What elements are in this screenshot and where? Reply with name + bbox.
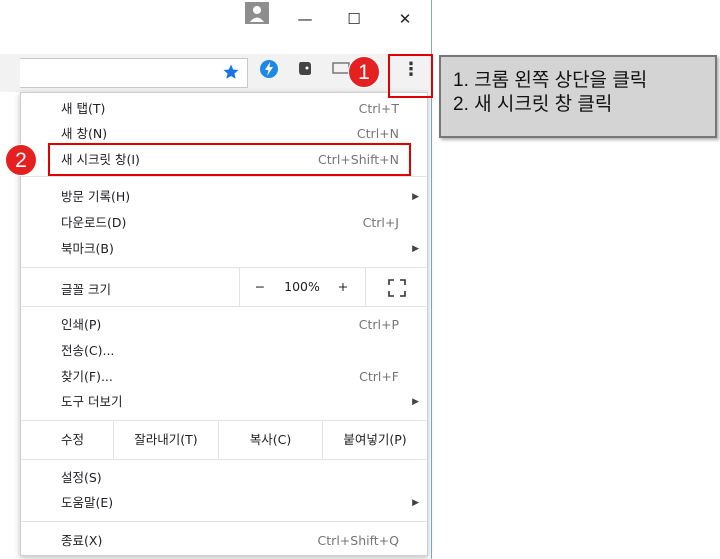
menu-item-label: 도구 더보기 bbox=[61, 394, 123, 409]
zoom-in-button[interactable]: + bbox=[324, 268, 362, 306]
menu-item-label: 설정(S) bbox=[61, 470, 102, 485]
copy-button[interactable]: 복사(C) bbox=[219, 421, 322, 459]
step-badge-1: 1 bbox=[348, 56, 380, 88]
submenu-arrow-icon: ▶ bbox=[412, 397, 419, 407]
zoom-value: 100% bbox=[284, 279, 320, 294]
menu-item-cast[interactable]: 전송(C)... bbox=[21, 339, 427, 363]
incognito-item-highlight bbox=[48, 143, 411, 176]
star-icon[interactable] bbox=[222, 63, 240, 85]
fullscreen-button[interactable] bbox=[366, 268, 427, 306]
zoom-row: 글꼴 크기 − 100% + bbox=[21, 268, 427, 306]
menu-item-label: 찾기(F)... bbox=[61, 369, 113, 384]
zoom-out-button[interactable]: − bbox=[240, 268, 280, 306]
step-badge-2: 2 bbox=[5, 144, 37, 176]
edit-row: 수정 잘라내기(T) 복사(C) 붙여넣기(P) bbox=[21, 421, 427, 459]
minimize-button[interactable]: — bbox=[290, 8, 320, 30]
instruction-step-2: 2. 새 시크릿 창 클릭 bbox=[453, 94, 613, 115]
menu-item-shortcut: Ctrl+T bbox=[358, 101, 399, 116]
close-button[interactable]: ✕ bbox=[390, 8, 420, 30]
menu-divider bbox=[21, 521, 427, 522]
menu-item-shortcut: Ctrl+Shift+Q bbox=[317, 533, 399, 548]
menu-item-downloads[interactable]: 다운로드(D) Ctrl+J bbox=[21, 211, 427, 235]
menu-item-bookmarks[interactable]: 북마크(B) ▶ bbox=[21, 237, 427, 261]
zoom-label: 글꼴 크기 bbox=[61, 282, 111, 297]
menu-item-label: 북마크(B) bbox=[61, 241, 114, 256]
menu-item-settings[interactable]: 설정(S) bbox=[21, 466, 427, 490]
menu-divider bbox=[21, 459, 427, 460]
address-bar[interactable] bbox=[20, 58, 248, 88]
maximize-button[interactable]: ☐ bbox=[339, 8, 369, 30]
fullscreen-icon bbox=[387, 278, 406, 297]
menu-item-history[interactable]: 방문 기록(H) ▶ bbox=[21, 185, 427, 209]
lightning-extension-icon[interactable] bbox=[258, 59, 280, 81]
submenu-arrow-icon: ▶ bbox=[412, 244, 419, 254]
menu-item-label: 인쇄(P) bbox=[61, 317, 102, 332]
menu-button-highlight bbox=[388, 54, 433, 98]
cut-button[interactable]: 잘라내기(T) bbox=[114, 421, 218, 459]
menu-item-find[interactable]: 찾기(F)... Ctrl+F bbox=[21, 365, 427, 389]
menu-item-label: 종료(X) bbox=[61, 533, 103, 548]
menu-item-label: 도움말(E) bbox=[61, 495, 114, 510]
edit-label: 수정 bbox=[61, 432, 85, 447]
instruction-step-1: 1. 크롬 왼쪽 상단을 클릭 bbox=[453, 70, 648, 91]
menu-item-shortcut: Ctrl+P bbox=[358, 317, 399, 332]
menu-item-label: 다운로드(D) bbox=[61, 215, 127, 230]
evernote-extension-icon[interactable] bbox=[294, 59, 316, 81]
menu-item-new-tab[interactable]: 새 탭(T) Ctrl+T bbox=[21, 97, 427, 121]
menu-divider bbox=[21, 176, 427, 177]
profile-icon[interactable] bbox=[245, 2, 269, 24]
menu-item-exit[interactable]: 종료(X) Ctrl+Shift+Q bbox=[21, 529, 427, 553]
menu-item-label: 방문 기록(H) bbox=[61, 189, 131, 204]
menu-divider bbox=[21, 306, 427, 307]
menu-item-more-tools[interactable]: 도구 더보기 ▶ bbox=[21, 390, 427, 414]
paste-button[interactable]: 붙여넣기(P) bbox=[323, 421, 427, 459]
instruction-box: 1. 크롬 왼쪽 상단을 클릭 2. 새 시크릿 창 클릭 bbox=[439, 55, 717, 138]
submenu-arrow-icon: ▶ bbox=[412, 192, 419, 202]
title-bar: — ☐ ✕ bbox=[0, 0, 431, 48]
menu-item-shortcut: Ctrl+F bbox=[359, 369, 399, 384]
menu-item-label: 새 탭(T) bbox=[61, 101, 106, 116]
menu-item-label: 전송(C)... bbox=[61, 343, 115, 358]
menu-item-print[interactable]: 인쇄(P) Ctrl+P bbox=[21, 313, 427, 337]
menu-item-help[interactable]: 도움말(E) ▶ bbox=[21, 491, 427, 515]
submenu-arrow-icon: ▶ bbox=[412, 498, 419, 508]
menu-item-shortcut: Ctrl+J bbox=[362, 215, 399, 230]
